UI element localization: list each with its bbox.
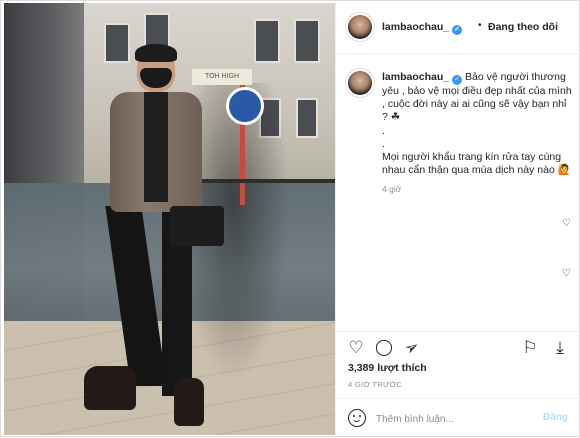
caption-time: 4 giờ [382,184,402,194]
caption-avatar[interactable] [346,69,374,97]
separator-dot: • [478,20,482,31]
caption: lambaochau_ ✓ Bảo vệ người thương yêu , b… [382,71,574,177]
post-sidebar: lambaochau_ ✓ • Đang theo dõi lambaochau_… [335,1,580,438]
road-sign [226,87,264,125]
post-frame: TOH HIGH lambaochau_ ✓ • Đang theo dõi l… [0,0,580,438]
post-photo[interactable]: TOH HIGH [4,3,335,435]
avatar[interactable] [346,13,374,41]
heart-icon[interactable]: ♡ [346,338,366,358]
comment-like-heart-icon[interactable]: ♡ [562,268,571,279]
verified-icon: ✓ [452,75,463,85]
download-icon[interactable]: ⤓ [550,338,570,358]
comment-input[interactable] [376,411,526,427]
caption-text-2: Mọi người khẩu trang kín rửa tay cùng nh… [382,151,571,177]
following-button[interactable]: Đang theo dõi [488,21,558,33]
comment-icon[interactable]: ◯ [374,338,394,358]
emoji-icon[interactable] [348,409,366,427]
verified-icon: ✓ [452,25,463,35]
post-header: lambaochau_ ✓ • Đang theo dõi [336,1,580,54]
comment-bar: Đăng [336,398,580,438]
post-timestamp: 4 GIỜ TRƯỚC [348,380,403,389]
username-link[interactable]: lambaochau_ [382,21,449,33]
bookmark-icon[interactable]: ⚐ [520,338,540,358]
caption-dot-2: . [382,137,385,150]
share-icon[interactable]: ➢ [398,334,425,361]
header-username[interactable]: lambaochau_ ✓ [382,21,463,35]
post-comment-button[interactable]: Đăng [543,412,568,423]
caption-dot-1: . [382,124,385,137]
comment-like-heart-icon[interactable]: ♡ [562,218,571,229]
like-count[interactable]: 3,389 lượt thích [348,362,427,374]
caption-username[interactable]: lambaochau_ [382,71,449,83]
person-figure [82,44,224,426]
action-bar: ♡ ◯ ➢ ⚐ ⤓ [336,331,580,359]
